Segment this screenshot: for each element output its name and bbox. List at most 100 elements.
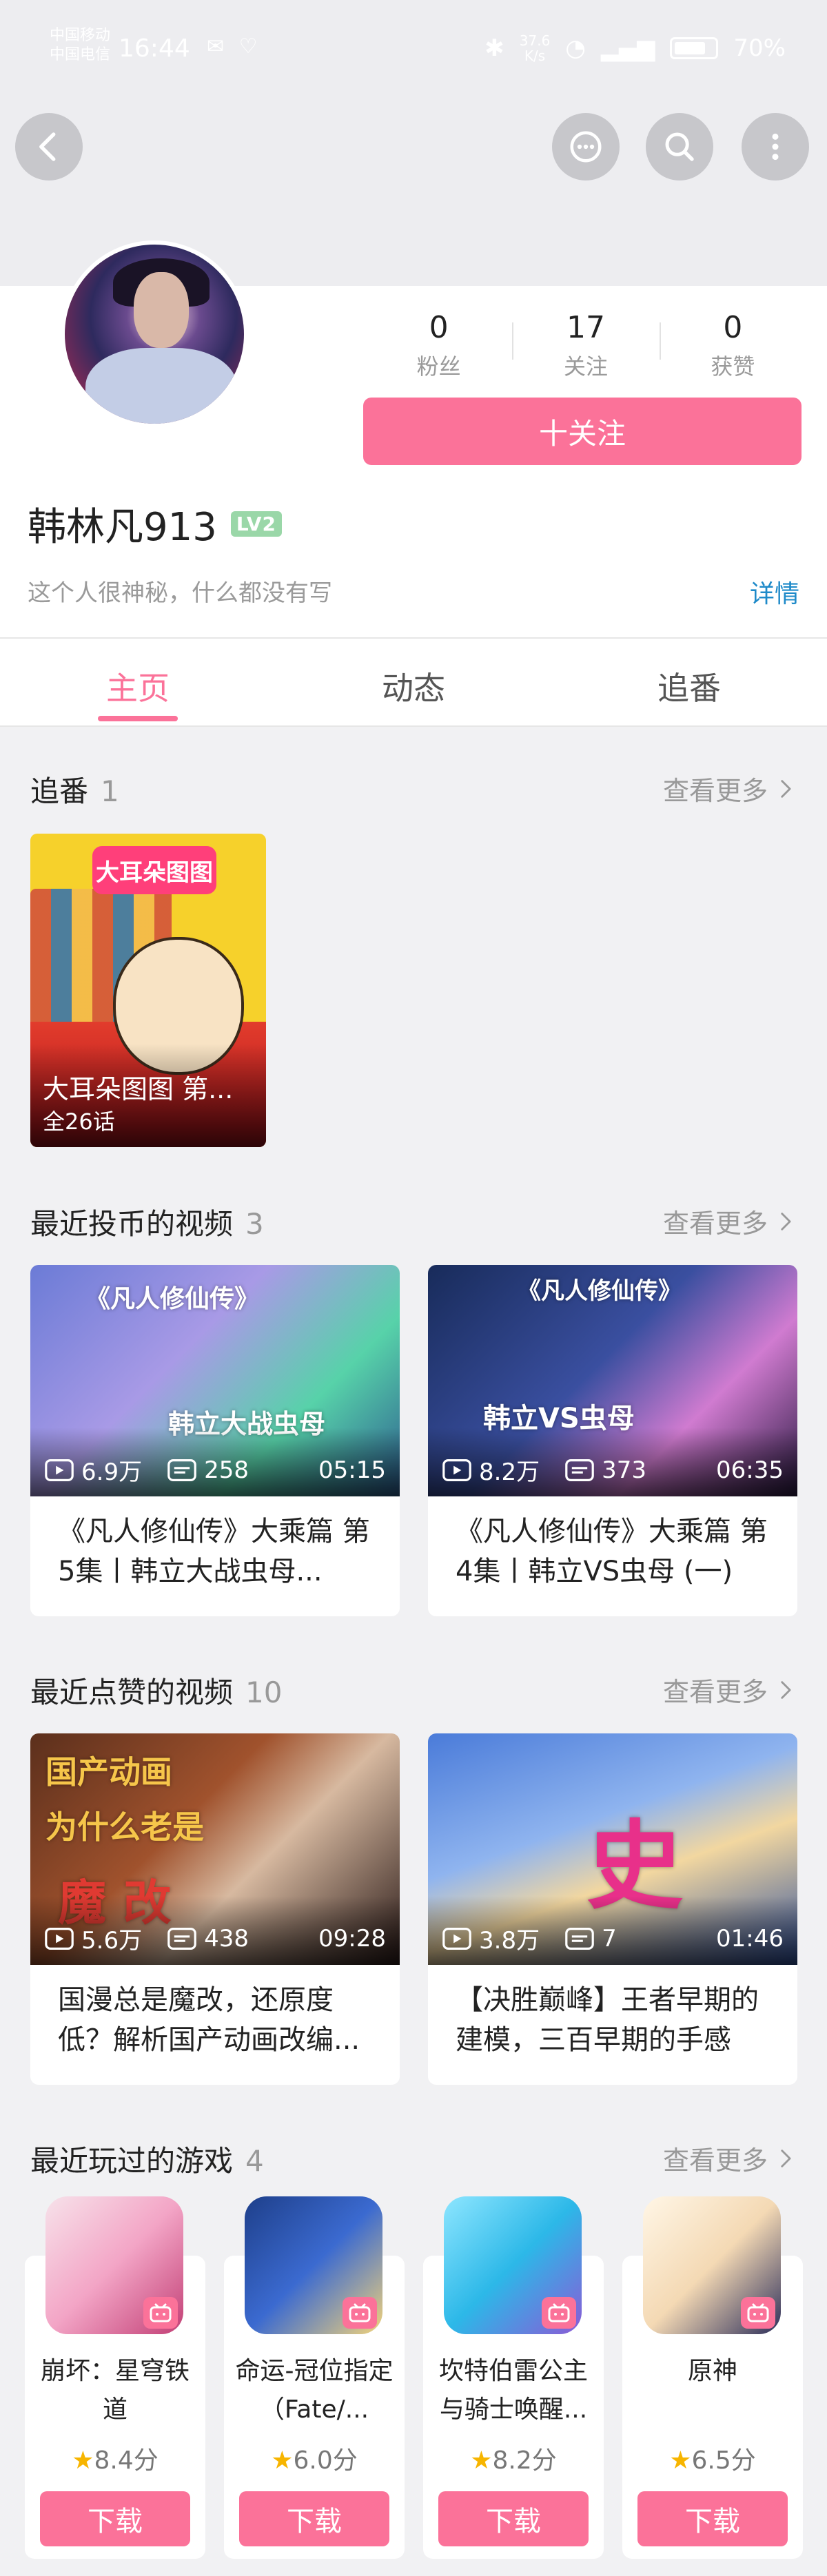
video-thumbnail: 史 3.8万 7 01:46 <box>428 1733 797 1965</box>
profile-stats: 0 粉丝 17 关注 0 获赞 <box>365 310 806 381</box>
stat-fans[interactable]: 0 粉丝 <box>365 310 512 381</box>
message-button[interactable] <box>552 113 620 181</box>
chevron-right-icon <box>781 1212 791 1230</box>
play-count-icon <box>442 1927 471 1950</box>
chevron-right-icon <box>781 2149 791 2167</box>
video-title: 《凡人修仙传》大乘篇 第4集丨韩立VS虫母 (一) <box>456 1516 768 1587</box>
like-section-title: 最近点赞的视频 10 <box>30 1676 283 1709</box>
play-count-icon <box>45 1927 74 1950</box>
detail-link[interactable]: 详情 <box>750 574 799 610</box>
game-score: ★6.0分 <box>271 2446 358 2475</box>
danmaku-icon <box>167 1927 196 1950</box>
more-vertical-icon <box>772 133 779 161</box>
game-icon <box>444 2196 582 2334</box>
game-name: 原神 <box>687 2357 737 2385</box>
game-card[interactable]: 原神 ★6.5分 下载 <box>622 2196 803 2559</box>
follow-button[interactable]: 十关注 <box>363 398 802 465</box>
game-card[interactable]: 命运-冠位指定（Fate/... ★6.0分 下载 <box>224 2196 405 2559</box>
danmaku-icon <box>167 1459 196 1481</box>
star-icon: ★ <box>470 2446 493 2475</box>
game-card[interactable]: 崩坏：星穹铁道 ★8.4分 下载 <box>25 2196 205 2559</box>
download-button[interactable]: 下载 <box>637 2491 788 2546</box>
bilibili-badge-icon <box>542 2297 576 2329</box>
profile-tabs: 主页 动态 追番 <box>0 637 827 727</box>
danmaku-icon <box>565 1927 594 1950</box>
battery-level: 70% <box>733 34 786 62</box>
status-bar: 中国移动 中国电信 16:44 ✉ ♡ ✱ 37.6 K/s ◔ ▂▄▆ 70% <box>0 0 827 103</box>
network-speed: 37.6 K/s <box>519 32 551 64</box>
video-card[interactable]: 国产动画 为什么老是 魔 改 5.6万 438 09:28 国漫总是魔改，还原度… <box>30 1733 400 2085</box>
download-button[interactable]: 下载 <box>239 2491 389 2546</box>
game-score: ★8.4分 <box>72 2446 159 2475</box>
download-button[interactable]: 下载 <box>438 2491 589 2546</box>
danmaku-icon <box>565 1459 594 1481</box>
video-thumbnail: 《凡人修仙传》 韩立VS虫母 8.2万 373 06:35 <box>428 1265 797 1496</box>
coin-section-title: 最近投币的视频 3 <box>30 1207 264 1241</box>
chat-bubble-icon <box>570 131 602 163</box>
bangumi-section-title: 追番 1 <box>30 774 119 808</box>
star-icon: ★ <box>669 2446 692 2475</box>
video-meta: 8.2万 373 06:35 <box>442 1453 784 1487</box>
video-title: 【决胜巅峰】王者早期的建模，三百早期的手感 <box>456 1984 759 2056</box>
video-title: 《凡人修仙传》大乘篇 第5集丨韩立大战虫母... <box>58 1516 370 1587</box>
video-card[interactable]: 《凡人修仙传》 韩立VS虫母 8.2万 373 06:35 《凡人修仙传》大乘篇… <box>428 1265 797 1616</box>
game-score: ★8.2分 <box>470 2446 557 2475</box>
coin-more-link[interactable]: 查看更多 <box>663 1202 797 1240</box>
game-icon <box>245 2196 382 2334</box>
video-meta: 3.8万 7 01:46 <box>442 1921 784 1955</box>
username-row: 韩林凡913 LV2 <box>28 496 283 552</box>
search-icon <box>665 132 694 161</box>
battery-icon <box>670 37 719 59</box>
game-name: 命运-冠位指定（Fate/... <box>235 2357 394 2424</box>
game-name: 崩坏：星穹铁道 <box>40 2357 190 2424</box>
status-right: ✱ 37.6 K/s ◔ ▂▄▆ 70% <box>484 33 786 63</box>
game-icon <box>643 2196 781 2334</box>
video-thumbnail: 《凡人修仙传》 韩立大战虫母 6.9万 258 05:15 <box>30 1265 400 1496</box>
video-title: 国漫总是魔改，还原度低？解析国产动画改编... <box>58 1984 360 2056</box>
game-icon <box>45 2196 183 2334</box>
star-icon: ★ <box>271 2446 294 2475</box>
bilibili-badge-icon <box>143 2297 178 2329</box>
video-thumbnail: 国产动画 为什么老是 魔 改 5.6万 438 09:28 <box>30 1733 400 1965</box>
username: 韩林凡913 <box>28 505 217 550</box>
avatar[interactable] <box>61 240 248 428</box>
star-icon: ★ <box>72 2446 94 2475</box>
signature: 这个人很神秘，什么都没有写 <box>28 579 332 607</box>
bangumi-card[interactable]: 大耳朵图图 大耳朵图图 第... 全26话 <box>30 834 266 1147</box>
game-card[interactable]: 坎特伯雷公主与骑士唤醒... ★8.2分 下载 <box>423 2196 604 2559</box>
back-button[interactable] <box>15 113 83 181</box>
play-count-icon <box>442 1459 471 1481</box>
tab-home[interactable]: 主页 <box>0 639 276 725</box>
bangumi-title: 大耳朵图图 第... <box>43 1074 234 1104</box>
game-more-link[interactable]: 查看更多 <box>663 2139 797 2177</box>
game-name: 坎特伯雷公主与骑士唤醒... <box>438 2357 588 2424</box>
bilibili-badge-icon <box>343 2297 377 2329</box>
tab-bangumi[interactable]: 追番 <box>551 639 827 725</box>
video-card[interactable]: 《凡人修仙传》 韩立大战虫母 6.9万 258 05:15 《凡人修仙传》大乘篇… <box>30 1265 400 1616</box>
video-meta: 5.6万 438 09:28 <box>44 1921 386 1955</box>
status-time: 16:44 <box>119 34 190 63</box>
chevron-right-icon <box>781 1680 791 1699</box>
more-options-button[interactable] <box>742 113 809 181</box>
stat-following[interactable]: 17 关注 <box>512 310 659 381</box>
search-button[interactable] <box>646 113 713 181</box>
video-card[interactable]: 史 3.8万 7 01:46 【决胜巅峰】王者早期的建模，三百早期的手感 <box>428 1733 797 2085</box>
profile-card: 0 粉丝 17 关注 0 获赞 十关注 韩林凡913 LV2 这个人很神秘，什么… <box>0 240 827 637</box>
download-button[interactable]: 下载 <box>40 2491 190 2546</box>
bilibili-badge-icon <box>741 2297 775 2329</box>
bangumi-more-link[interactable]: 查看更多 <box>663 770 797 807</box>
bangumi-logo: 大耳朵图图 <box>92 846 216 894</box>
level-badge: LV2 <box>230 511 283 537</box>
like-more-link[interactable]: 查看更多 <box>663 1671 797 1709</box>
game-score: ★6.5分 <box>669 2446 756 2475</box>
chevron-right-icon <box>781 779 791 798</box>
tab-dynamic[interactable]: 动态 <box>276 639 551 725</box>
signal-icon: ▂▄▆ <box>600 34 655 62</box>
video-meta: 6.9万 258 05:15 <box>44 1453 386 1487</box>
stat-likes[interactable]: 0 获赞 <box>659 310 806 381</box>
carrier-info: 中国移动 中国电信 <box>50 27 111 63</box>
game-section-title: 最近玩过的游戏 4 <box>30 2144 264 2178</box>
bluetooth-icon: ✱ <box>484 34 504 62</box>
play-count-icon <box>45 1459 74 1481</box>
chevron-left-icon <box>39 132 56 161</box>
